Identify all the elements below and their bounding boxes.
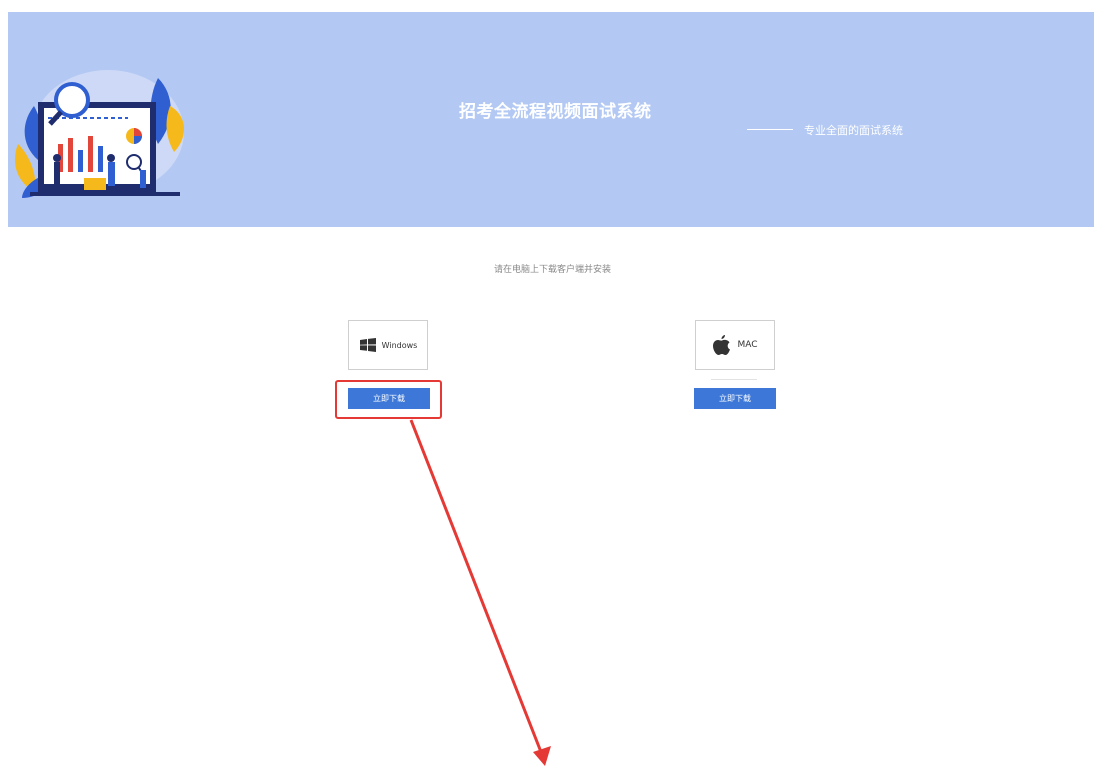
subtitle-divider <box>747 129 793 130</box>
page-subtitle: 专业全面的面试系统 <box>804 124 903 137</box>
annotation-highlight-box <box>335 380 442 419</box>
data-analytics-illustration <box>14 70 185 198</box>
mac-download-card: MAC <box>695 320 775 370</box>
download-page: 招考全流程视频面试系统 专业全面的面试系统 请在电脑上下载客户端并安装 Wind… <box>0 0 1105 769</box>
windows-logo-icon <box>359 338 376 352</box>
windows-label: Windows <box>381 340 418 350</box>
install-instruction: 请在电脑上下载客户端并安装 <box>493 265 611 275</box>
mac-card-divider <box>711 379 757 380</box>
apple-logo-icon <box>713 335 731 355</box>
page-title: 招考全流程视频面试系统 <box>459 102 652 122</box>
mac-label: MAC <box>737 340 758 350</box>
mac-download-button[interactable]: 立即下载 <box>694 388 776 409</box>
windows-download-card: Windows <box>348 320 428 370</box>
